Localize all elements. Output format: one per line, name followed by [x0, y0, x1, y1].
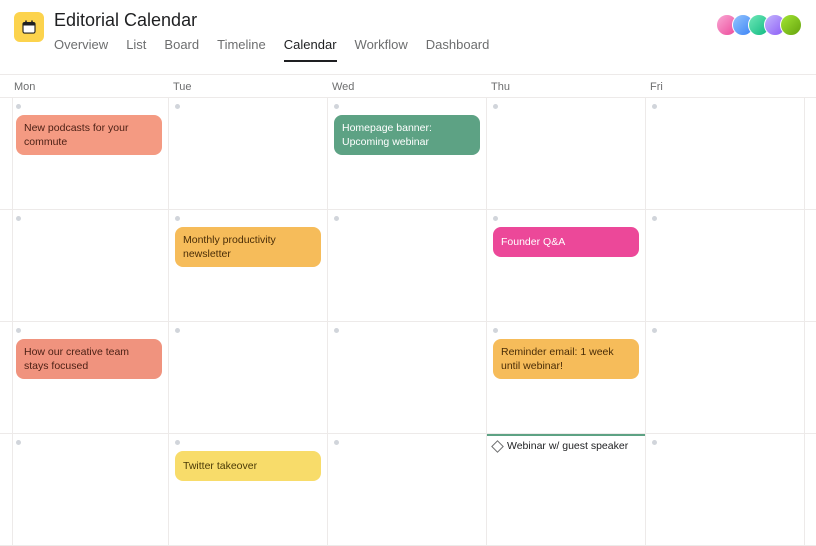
day-marker	[334, 440, 339, 445]
page-title: Editorial Calendar	[54, 10, 706, 31]
calendar-cell[interactable]: Reminder email: 1 week until webinar!	[487, 322, 646, 434]
day-marker	[334, 328, 339, 333]
view-tabs: Overview List Board Timeline Calendar Wo…	[54, 37, 706, 62]
calendar-cell[interactable]: Webinar w/ guest speaker	[487, 434, 646, 546]
day-header-wed: Wed	[328, 81, 487, 93]
day-marker	[652, 440, 657, 445]
day-header-mon: Mon	[10, 81, 169, 93]
event-card[interactable]: New podcasts for your commute	[16, 115, 162, 155]
calendar-cell[interactable]	[328, 210, 487, 322]
calendar-cell[interactable]: How our creative team stays focused	[10, 322, 169, 434]
day-header-fri: Fri	[646, 81, 805, 93]
day-marker	[175, 216, 180, 221]
calendar-cell[interactable]	[646, 98, 805, 210]
milestone-event[interactable]: Webinar w/ guest speaker	[493, 440, 639, 452]
diamond-icon	[491, 440, 504, 453]
event-card[interactable]: Reminder email: 1 week until webinar!	[493, 339, 639, 379]
day-header-tue: Tue	[169, 81, 328, 93]
day-marker	[16, 328, 21, 333]
calendar-cell[interactable]	[169, 98, 328, 210]
tab-board[interactable]: Board	[164, 37, 199, 62]
day-marker	[493, 104, 498, 109]
day-marker	[652, 104, 657, 109]
calendar-view: Mon Tue Wed Thu Fri New podcasts for you…	[0, 74, 816, 546]
day-marker	[652, 216, 657, 221]
day-marker	[175, 328, 180, 333]
project-icon	[14, 12, 44, 42]
event-card[interactable]: Homepage banner: Upcoming webinar	[334, 115, 480, 155]
calendar-cell[interactable]	[487, 98, 646, 210]
calendar-cell[interactable]	[328, 322, 487, 434]
calendar-cell[interactable]	[328, 434, 487, 546]
day-header-thu: Thu	[487, 81, 646, 93]
avatar[interactable]	[780, 14, 802, 36]
calendar-cell[interactable]	[805, 434, 816, 546]
calendar-cell[interactable]: Monthly productivity newsletter	[169, 210, 328, 322]
day-headers: Mon Tue Wed Thu Fri	[0, 75, 816, 97]
calendar-cell[interactable]	[10, 210, 169, 322]
day-marker	[493, 328, 498, 333]
event-card[interactable]: Twitter takeover	[175, 451, 321, 481]
calendar-grid: New podcasts for your commute Homepage b…	[0, 97, 816, 546]
calendar-cell[interactable]	[805, 98, 816, 210]
calendar-cell[interactable]	[646, 210, 805, 322]
calendar-cell[interactable]: Founder Q&A	[487, 210, 646, 322]
tab-overview[interactable]: Overview	[54, 37, 108, 62]
calendar-cell[interactable]	[805, 210, 816, 322]
calendar-icon	[20, 18, 38, 36]
tab-timeline[interactable]: Timeline	[217, 37, 266, 62]
day-marker	[334, 104, 339, 109]
day-marker	[652, 328, 657, 333]
tab-list[interactable]: List	[126, 37, 146, 62]
day-marker	[334, 216, 339, 221]
event-card[interactable]: Founder Q&A	[493, 227, 639, 257]
day-marker	[175, 440, 180, 445]
event-card[interactable]: Monthly productivity newsletter	[175, 227, 321, 267]
calendar-cell[interactable]: New podcasts for your commute	[10, 98, 169, 210]
calendar-cell[interactable]: Twitter takeover	[169, 434, 328, 546]
tab-calendar[interactable]: Calendar	[284, 37, 337, 62]
day-marker	[16, 440, 21, 445]
calendar-cell[interactable]	[169, 322, 328, 434]
day-marker	[16, 216, 21, 221]
day-marker	[493, 216, 498, 221]
day-marker	[175, 104, 180, 109]
tab-dashboard[interactable]: Dashboard	[426, 37, 490, 62]
milestone-label: Webinar w/ guest speaker	[507, 440, 628, 452]
calendar-cell[interactable]	[805, 322, 816, 434]
event-card[interactable]: How our creative team stays focused	[16, 339, 162, 379]
calendar-cell[interactable]	[646, 434, 805, 546]
member-avatars[interactable]	[716, 14, 802, 36]
tab-workflow[interactable]: Workflow	[355, 37, 408, 62]
calendar-cell[interactable]	[646, 322, 805, 434]
day-marker	[16, 104, 21, 109]
calendar-cell[interactable]	[10, 434, 169, 546]
milestone-indicator	[487, 434, 645, 436]
calendar-cell[interactable]: Homepage banner: Upcoming webinar	[328, 98, 487, 210]
